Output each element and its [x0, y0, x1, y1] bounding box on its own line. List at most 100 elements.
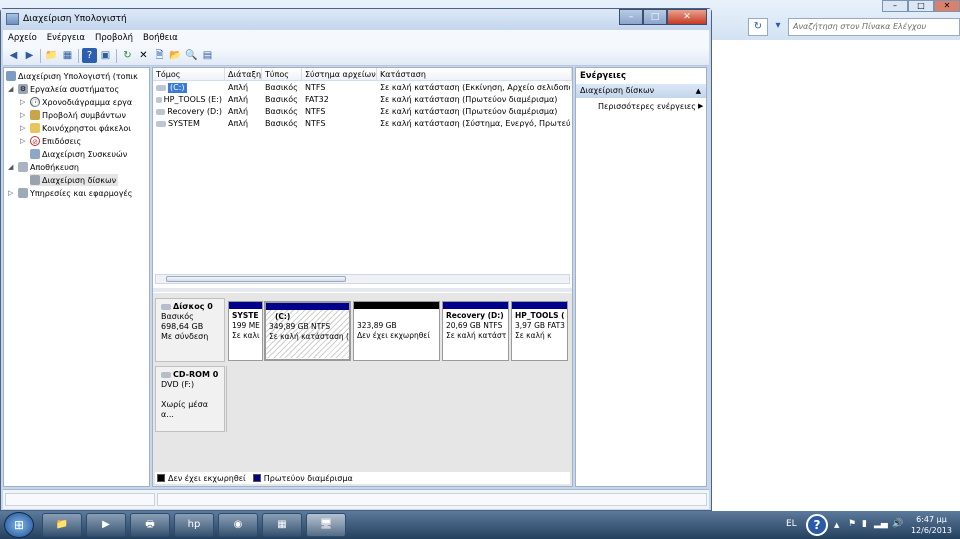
tree-item-root[interactable]: Διαχείριση Υπολογιστή (τοπικ [6, 70, 138, 82]
collapse-arrow-icon[interactable]: ◢ [8, 85, 16, 93]
disk-0-name: Δίσκος 0 [173, 302, 213, 311]
maximize-button[interactable]: □ [643, 9, 667, 25]
menu-help[interactable]: Βοήθεια [138, 30, 183, 46]
table-row[interactable]: (C:) Απλή Βασικός NTFS Σε καλή κατάσταση… [153, 82, 570, 94]
media-player-icon[interactable]: ▶ [86, 513, 126, 537]
tree-item-disk-management[interactable]: Διαχείριση δίσκων [30, 174, 119, 186]
actions-section-disk-management[interactable]: Διαχείριση δίσκων ▲ [576, 84, 706, 98]
disk-0-title: Δίσκος 0 [161, 302, 219, 312]
forward-icon[interactable]: ▶ [22, 48, 37, 63]
column-header-volume[interactable]: Τόμος [153, 68, 225, 81]
more-actions-item[interactable]: Περισσότερες ενέργειες ▶ [598, 102, 703, 111]
collapse-arrow-icon[interactable]: ◢ [8, 163, 16, 171]
cdrom-0-info[interactable]: CD-ROM 0 DVD (F:) Χωρίς μέσα α... [155, 366, 225, 432]
table-row[interactable]: SYSTEM Απλή Βασικός NTFS Σε καλή κατάστα… [153, 118, 570, 130]
event-viewer-icon [30, 110, 40, 120]
menu-file[interactable]: Αρχείο [3, 30, 42, 46]
expand-arrow-icon[interactable]: ▷ [20, 98, 28, 106]
partition-hp-tools[interactable]: HP_TOOLS (3,97 GB FAT3 Σε καλή κ [511, 301, 568, 361]
tree-item-storage[interactable]: ◢ Αποθήκευση [8, 161, 79, 173]
menu-view[interactable]: Προβολή [90, 30, 138, 46]
tree-item-shared-folders[interactable]: ▷ Κοινόχρηστοι φάκελοι [20, 122, 131, 134]
printer-icon[interactable]: 🖶 [130, 513, 170, 537]
actions-pane: Ενέργειες Διαχείριση δίσκων ▲ Περισσότερ… [575, 67, 707, 487]
expand-arrow-icon[interactable]: ▷ [20, 111, 28, 119]
computer-management-icon[interactable]: 🖥 [306, 513, 346, 537]
search-input[interactable]: Αναζήτηση στον Πίνακα Ελέγχου [788, 18, 960, 36]
help-icon[interactable]: ? [806, 514, 828, 536]
table-row[interactable]: Recovery (D:) Απλή Βασικός NTFS Σε καλή … [153, 106, 570, 118]
help-icon[interactable]: ? [82, 48, 97, 63]
tree-label: Αποθήκευση [30, 162, 79, 172]
clock-date: 12/6/2013 [910, 526, 952, 535]
partition-recovery[interactable]: Recovery (D:) 20,69 GB NTFS Σε καλή κατάστ [442, 301, 509, 361]
background-maximize-button[interactable]: □ [908, 0, 934, 12]
collapse-up-icon[interactable]: ▲ [696, 87, 701, 95]
properties-icon[interactable]: ▣ [98, 48, 113, 63]
chrome-icon[interactable]: ◉ [218, 513, 258, 537]
volume-name: (C:) [168, 83, 187, 93]
column-header-filesystem[interactable]: Σύστημα αρχείων [302, 68, 377, 81]
delete-icon[interactable]: ✕ [136, 48, 151, 63]
tree-item-device-manager[interactable]: Διαχείριση Συσκευών [30, 148, 127, 160]
expand-arrow-icon[interactable]: ▷ [8, 189, 16, 197]
show-hide-tree-icon[interactable]: ▦ [60, 48, 75, 63]
expand-arrow-icon[interactable]: ▷ [20, 124, 28, 132]
column-header-layout[interactable]: Διάταξη [225, 68, 262, 81]
volume-icon [156, 85, 166, 91]
tree-item-task-scheduler[interactable]: ▷ 🕐 Χρονοδιάγραμμα εργα [20, 96, 132, 108]
partition-c[interactable]: (C:) 349,89 GB NTFS Σε καλή κατάσταση ( [264, 301, 351, 361]
clock[interactable]: 6:47 μμ 12/6/2013 [911, 514, 952, 536]
search-icon[interactable]: 🔍 [184, 48, 199, 63]
unallocated-space[interactable]: 323,89 GB Δεν έχει εκχωρηθεί [353, 301, 440, 361]
horizontal-scrollbar[interactable] [155, 274, 570, 284]
properties2-icon[interactable]: 🗎 [152, 48, 167, 63]
dropdown-arrow-icon[interactable]: ▾ [770, 18, 786, 36]
title-bar[interactable]: Διαχείριση Υπολογιστή – □ ✕ [1, 9, 711, 29]
refresh-icon[interactable]: ↻ [120, 48, 135, 63]
column-header-type[interactable]: Τύπος [262, 68, 302, 81]
partition-title: HP_TOOLS ( [515, 311, 565, 320]
expand-arrow-icon[interactable]: ▷ [20, 137, 28, 145]
tree-item-performance[interactable]: ▷ ⊘ Επιδόσεις [20, 135, 81, 147]
refresh-icon[interactable]: ↻ [748, 18, 768, 36]
cdrom-media-area[interactable] [226, 366, 570, 432]
minimize-button[interactable]: – [619, 9, 643, 25]
disk-0-info[interactable]: Δίσκος 0 Βασικός 698,64 GB Με σύνδεση [155, 298, 225, 362]
action-center-icon[interactable]: ⚑ [848, 519, 856, 529]
partition-system[interactable]: SYSTE 199 ME Σε καλι [228, 301, 263, 361]
cdrom-spacer [161, 390, 219, 400]
file-explorer-icon[interactable]: 📁 [42, 513, 82, 537]
control-panel-icon[interactable]: ▦ [262, 513, 302, 537]
background-minimize-button[interactable]: – [882, 0, 908, 12]
tree-item-system-tools[interactable]: ◢ ⚙ Εργαλεία συστήματος [8, 83, 119, 95]
network-icon[interactable]: ▂▄ [874, 519, 888, 529]
menu-action[interactable]: Ενέργεια [42, 30, 90, 46]
filesystem-cell: NTFS [305, 107, 326, 116]
disk-0-state: Με σύνδεση [161, 332, 209, 341]
table-row[interactable]: HP_TOOLS (E:) Απλή Βασικός FAT32 Σε καλή… [153, 94, 570, 106]
tree-item-services[interactable]: ▷ Υπηρεσίες και εφαρμογές [8, 187, 132, 199]
power-icon[interactable]: ▮ [862, 519, 867, 529]
clock-icon: 🕐 [30, 97, 40, 107]
tree-label: Υπηρεσίες και εφαρμογές [30, 188, 133, 198]
disk-graphical-view: Δίσκος 0 Βασικός 698,64 GB Με σύνδεση SY… [153, 293, 572, 486]
up-folder-icon[interactable]: 📁 [44, 48, 59, 63]
primary-partition-bar [512, 302, 567, 309]
pane-splitter[interactable] [153, 288, 572, 292]
start-button[interactable]: ⊞ [4, 512, 34, 538]
close-button[interactable]: ✕ [667, 9, 707, 25]
back-icon[interactable]: ◀ [6, 48, 21, 63]
column-header-status[interactable]: Κατάσταση [377, 68, 572, 81]
open-icon[interactable]: 📂 [168, 48, 183, 63]
volume-icon[interactable]: 🔊 [892, 519, 903, 529]
export-icon[interactable]: ▤ [200, 48, 215, 63]
tree-item-event-viewer[interactable]: ▷ Προβολή συμβάντων [20, 109, 126, 121]
show-hidden-icons-icon[interactable]: ▲ [834, 521, 839, 529]
device-manager-icon [30, 149, 40, 159]
hp-icon[interactable]: hp [174, 513, 214, 537]
background-close-button[interactable]: ✕ [934, 0, 960, 12]
tree-label: Εργαλεία συστήματος [30, 84, 120, 94]
language-indicator[interactable]: EL [786, 519, 797, 529]
scrollbar-thumb[interactable] [166, 276, 346, 282]
